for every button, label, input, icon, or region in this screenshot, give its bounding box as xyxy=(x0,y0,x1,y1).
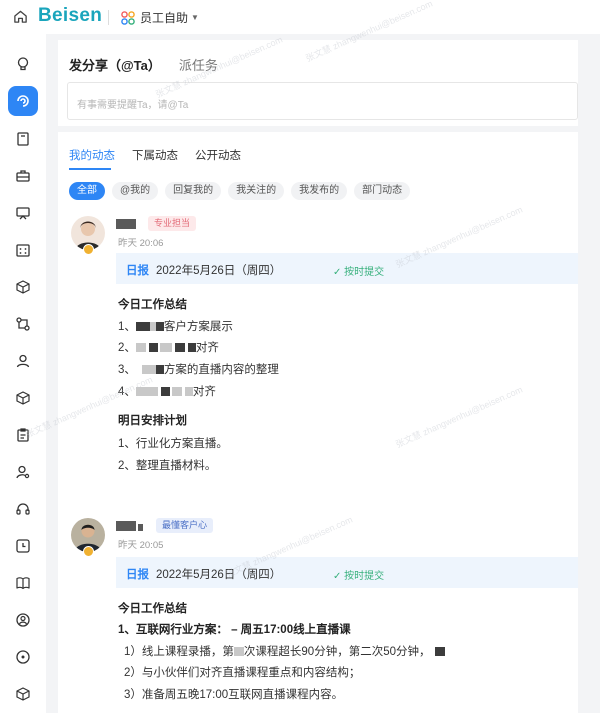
account-icon[interactable] xyxy=(13,610,33,630)
beisen-logo[interactable]: Beisen xyxy=(38,5,102,27)
app-name: 员工自助 xyxy=(140,11,189,25)
username-redacted xyxy=(138,524,143,531)
monitor-icon[interactable] xyxy=(13,203,33,223)
report-date: 2022年5月26日（周四） xyxy=(156,569,282,581)
achievement-badge-icon xyxy=(83,244,94,255)
plan-line: 1、行业化方案直播。 xyxy=(118,438,228,450)
filter-all[interactable]: 全部 xyxy=(69,182,105,200)
check-icon: ✓ xyxy=(333,571,345,582)
summary-line: 3、 方案的直播内容的整理 xyxy=(118,364,279,376)
report-header[interactable]: 日报 2022年5月26日（周四） ✓ 按时提交 xyxy=(116,557,578,588)
summary-line: 1）线上课程录播，第 次课程超长90分钟，第二次50分钟， xyxy=(124,643,445,659)
book-icon[interactable] xyxy=(13,573,33,593)
cube-icon[interactable] xyxy=(13,388,33,408)
submitted-on-time: ✓ 按时提交 xyxy=(333,267,385,278)
app-switcher[interactable]: 员工自助 ▼ xyxy=(121,9,199,26)
filter-chips: 全部 @我的 回复我的 我关注的 我发布的 部门动态 xyxy=(69,182,417,200)
post-time: 昨天 20:06 xyxy=(118,238,164,249)
section-title: 今日工作总结 xyxy=(118,603,187,615)
cube-icon[interactable] xyxy=(13,684,33,704)
post-time: 昨天 20:05 xyxy=(118,540,164,551)
summary-line: 3）准备周五晚17:00互联网直播课程内容。 xyxy=(124,689,344,701)
active-tab-underline xyxy=(69,168,111,170)
tab-my-activity[interactable]: 我的动态 xyxy=(69,147,115,163)
achievement-badge-icon xyxy=(83,546,94,557)
report-header[interactable]: 日报 2022年5月26日（周四） ✓ 按时提交 xyxy=(116,253,578,284)
summary-line: 1、 客户方案展示 xyxy=(118,321,233,333)
filter-following[interactable]: 我关注的 xyxy=(228,182,285,200)
person-gear-icon[interactable] xyxy=(13,462,33,482)
submitted-on-time: ✓ 按时提交 xyxy=(333,571,385,582)
tab-assign-task[interactable]: 派任务 xyxy=(179,55,218,74)
cube-icon[interactable] xyxy=(13,277,33,297)
chevron-down-icon: ▼ xyxy=(191,13,199,22)
section-title: 今日工作总结 xyxy=(118,299,187,311)
briefcase-icon[interactable] xyxy=(13,166,33,186)
calendar-grid-icon[interactable] xyxy=(13,240,33,260)
summary-line: 2）与小伙伴们对齐直播课程重点和内容结构； xyxy=(124,667,361,679)
filter-department[interactable]: 部门动态 xyxy=(354,182,411,200)
share-input[interactable]: 有事需要提醒Ta，请@Ta xyxy=(67,82,578,120)
plan-line: 2、整理直播材料。 xyxy=(118,460,217,472)
redacted-text xyxy=(135,322,150,331)
tab-subordinate-activity[interactable]: 下属动态 xyxy=(132,147,178,163)
honor-tag: 最懂客户心 xyxy=(156,518,214,533)
feed-icon[interactable] xyxy=(8,86,38,116)
compass-icon[interactable] xyxy=(13,647,33,667)
section-title: 明日安排计划 xyxy=(118,415,187,427)
summary-line: 4、 对齐 xyxy=(118,386,216,398)
tab-public-activity[interactable]: 公开动态 xyxy=(195,147,241,163)
feed-panel: 我的动态 下属动态 公开动态 全部 @我的 回复我的 我关注的 我发布的 部门动… xyxy=(58,132,578,713)
workflow-icon[interactable] xyxy=(13,314,33,334)
filter-replies[interactable]: 回复我的 xyxy=(165,182,222,200)
lightbulb-icon[interactable] xyxy=(13,54,33,74)
report-kind: 日报 xyxy=(126,265,149,277)
filter-published[interactable]: 我发布的 xyxy=(291,182,348,200)
apps-grid-icon xyxy=(121,10,135,25)
username-redacted xyxy=(116,521,136,531)
check-icon: ✓ xyxy=(333,267,345,278)
clipboard-icon[interactable] xyxy=(13,425,33,445)
summary-line: 1、互联网行业方案： – 周五17:00线上直播课 xyxy=(118,624,351,636)
honor-tag: 专业担当 xyxy=(148,216,197,231)
report-kind: 日报 xyxy=(126,569,149,581)
summary-line: 2、 对齐 xyxy=(118,342,219,354)
tab-share[interactable]: 发分享（@Ta） xyxy=(69,55,161,74)
clock-icon[interactable] xyxy=(13,536,33,556)
headset-icon[interactable] xyxy=(13,499,33,519)
report-date: 2022年5月26日（周四） xyxy=(156,265,282,277)
username-redacted xyxy=(116,219,136,229)
person-icon[interactable] xyxy=(13,351,33,371)
home-icon[interactable] xyxy=(13,9,28,27)
filter-mentions[interactable]: @我的 xyxy=(112,182,159,200)
sidebar xyxy=(0,34,46,713)
document-icon[interactable] xyxy=(13,129,33,149)
divider xyxy=(108,10,109,25)
share-composer: 发分享（@Ta） 派任务 有事需要提醒Ta，请@Ta xyxy=(58,40,578,126)
top-bar: Beisen 员工自助 ▼ xyxy=(0,0,600,34)
